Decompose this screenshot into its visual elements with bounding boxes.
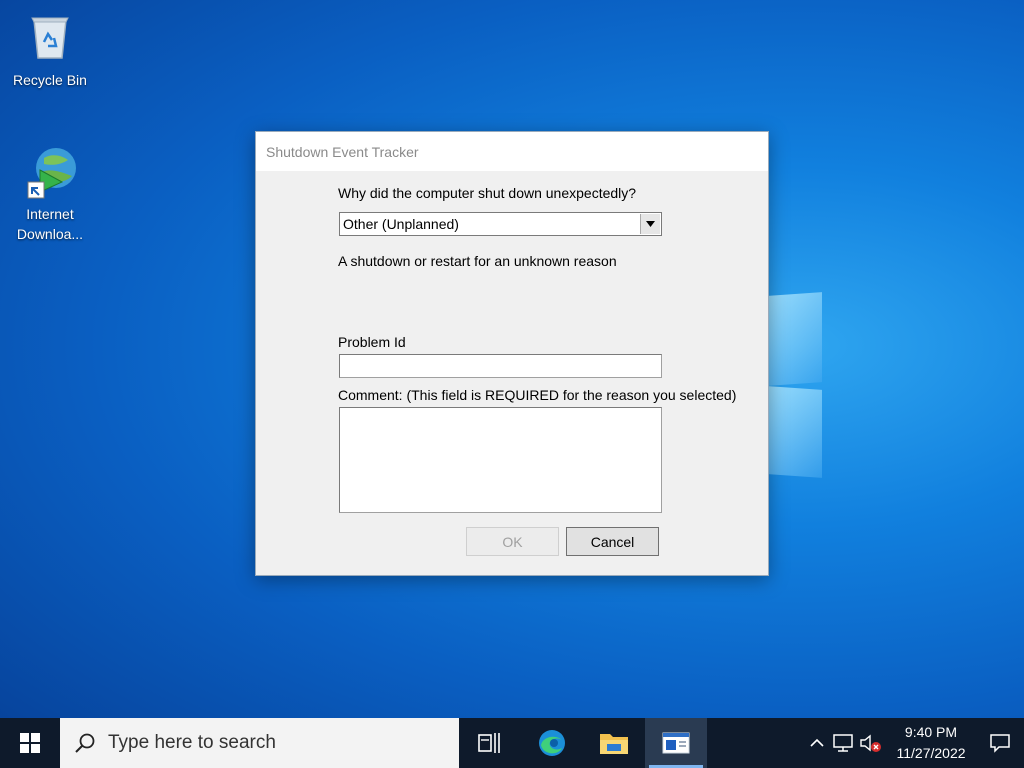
problem-id-field[interactable] bbox=[339, 354, 662, 378]
shutdown-question: Why did the computer shut down unexpecte… bbox=[338, 185, 637, 201]
volume-muted-icon bbox=[860, 734, 881, 752]
cancel-button[interactable]: Cancel bbox=[566, 527, 659, 556]
volume-button[interactable] bbox=[856, 718, 886, 768]
taskbar: Type here to search 9:40 PM 11/27/2022 bbox=[0, 718, 1024, 768]
shutdown-reason-dropdown[interactable]: Other (Unplanned) bbox=[339, 212, 662, 236]
action-center-button[interactable] bbox=[976, 718, 1024, 768]
notification-icon bbox=[990, 734, 1010, 753]
task-view-icon bbox=[478, 733, 500, 753]
show-hidden-icons-button[interactable] bbox=[804, 718, 830, 768]
problem-id-label: Problem Id bbox=[338, 334, 406, 350]
recycle-bin-icon bbox=[22, 8, 78, 64]
application-window-icon bbox=[662, 732, 690, 754]
desktop-icon-label: Recycle Bin bbox=[13, 72, 87, 88]
chevron-down-icon[interactable] bbox=[640, 214, 660, 234]
windows-logo-icon bbox=[20, 733, 40, 753]
system-tray: 9:40 PM 11/27/2022 bbox=[804, 718, 1024, 768]
taskbar-edge-button[interactable] bbox=[521, 718, 583, 768]
taskbar-search-box[interactable]: Type here to search bbox=[60, 718, 459, 768]
internet-download-manager-icon bbox=[22, 142, 78, 199]
reason-description: A shutdown or restart for an unknown rea… bbox=[338, 253, 617, 269]
comment-field[interactable] bbox=[339, 407, 662, 513]
task-view-button[interactable] bbox=[459, 718, 521, 768]
network-status-button[interactable] bbox=[830, 718, 856, 768]
chevron-up-icon bbox=[810, 738, 824, 747]
start-button[interactable] bbox=[0, 718, 60, 768]
folder-icon bbox=[600, 734, 628, 754]
search-placeholder: Type here to search bbox=[108, 732, 276, 753]
wallpaper-windows-logo bbox=[768, 290, 824, 480]
taskbar-shutdown-tracker-button[interactable] bbox=[645, 718, 707, 768]
dropdown-selected-value: Other (Unplanned) bbox=[343, 216, 459, 232]
dialog-title: Shutdown Event Tracker bbox=[266, 143, 419, 160]
comment-label: Comment: (This field is REQUIRED for the… bbox=[338, 387, 737, 403]
search-icon bbox=[75, 733, 95, 753]
taskbar-file-explorer-button[interactable] bbox=[583, 718, 645, 768]
desktop-icon-label: Internet Downloa... bbox=[16, 206, 84, 242]
desktop-icon-internet-download-manager[interactable]: Internet Downloa... bbox=[5, 142, 95, 244]
clock-time: 9:40 PM bbox=[904, 724, 958, 740]
edge-browser-icon bbox=[539, 730, 565, 756]
network-icon bbox=[833, 734, 853, 752]
desktop-icon-recycle-bin[interactable]: Recycle Bin bbox=[5, 8, 95, 90]
clock-date: 11/27/2022 bbox=[896, 745, 966, 761]
ok-button[interactable]: OK bbox=[466, 527, 559, 556]
dialog-titlebar[interactable]: Shutdown Event Tracker bbox=[256, 132, 768, 171]
shutdown-event-tracker-dialog: Shutdown Event Tracker Why did the compu… bbox=[255, 131, 769, 576]
taskbar-clock[interactable]: 9:40 PM 11/27/2022 bbox=[886, 722, 976, 764]
